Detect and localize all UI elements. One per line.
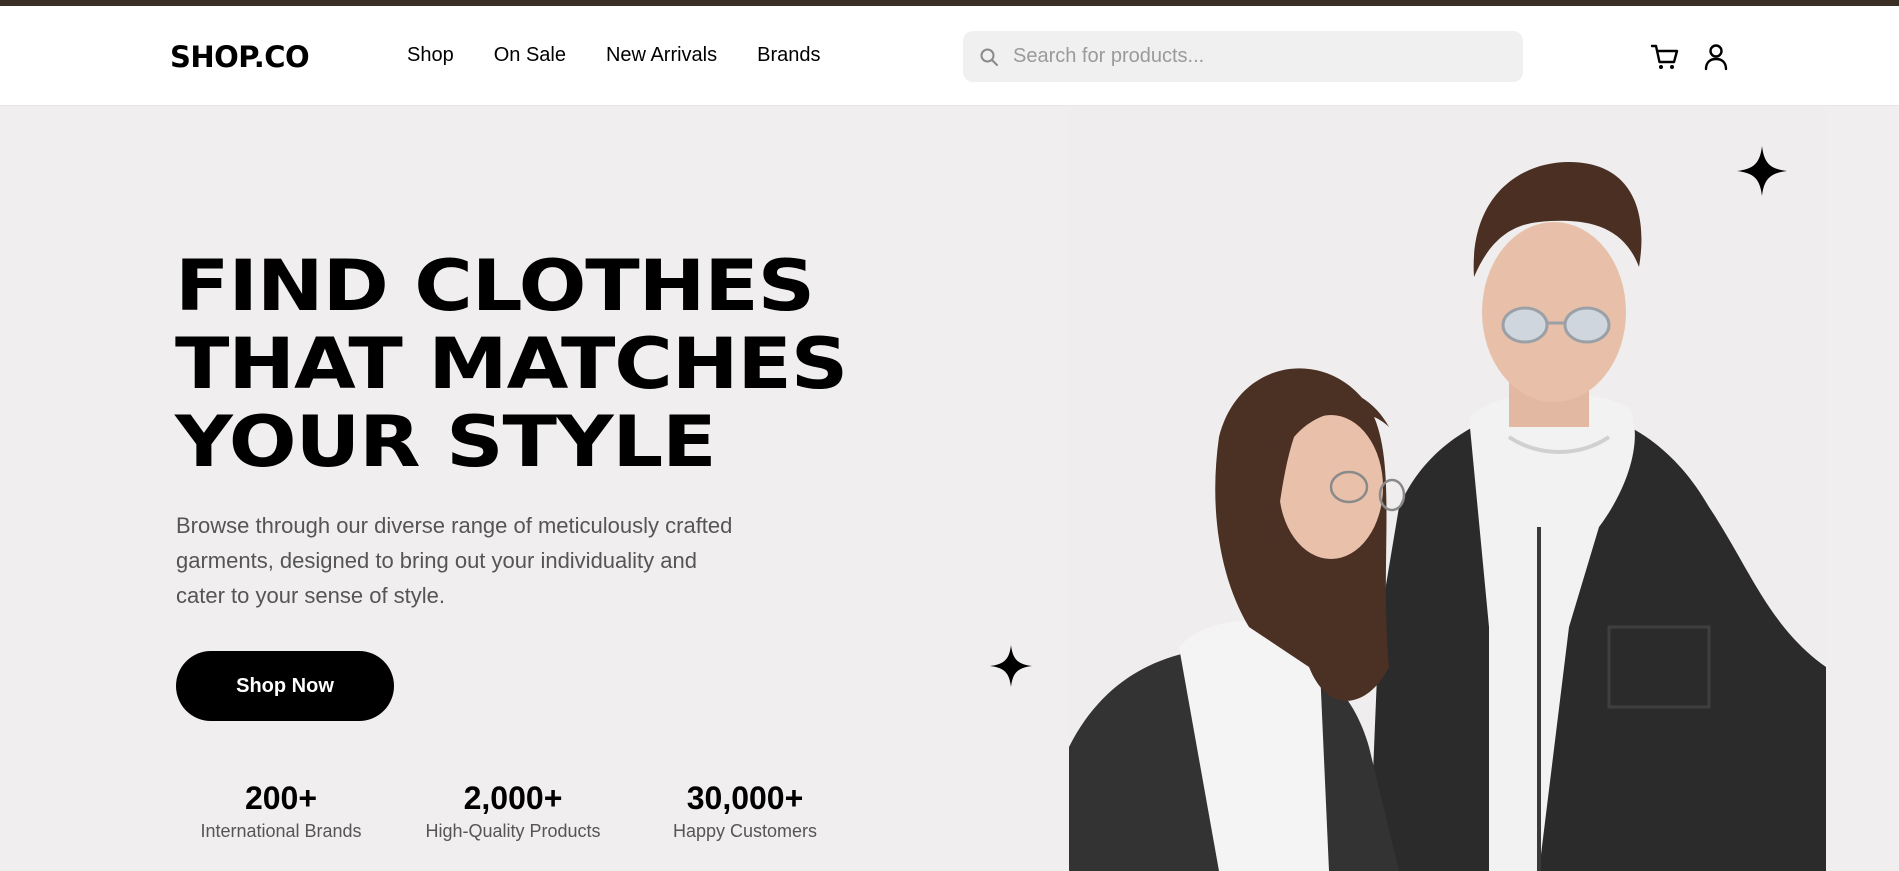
nav-item-on-sale[interactable]: On Sale <box>494 44 566 67</box>
user-icon[interactable] <box>1701 42 1731 72</box>
stat-happy-customers: 30,000+ Happy Customers <box>670 780 820 842</box>
hero-description: Browse through our diverse range of meti… <box>176 513 733 608</box>
stat-value: 30,000+ <box>686 780 804 816</box>
stat-label: International Brands <box>200 821 362 841</box>
search-icon <box>980 48 998 66</box>
stat-value: 200+ <box>244 780 318 816</box>
stat-high-quality-products: 2,000+ High-Quality Products <box>418 780 608 842</box>
stat-label: High-Quality Products <box>425 821 601 841</box>
hero-title-line: THAT MATCHES <box>175 323 848 405</box>
hero-title: FIND CLOTHES THAT MATCHES YOUR STYLE <box>175 245 848 483</box>
stat-international-brands: 200+ International Brands <box>198 780 364 842</box>
stat-label: Happy Customers <box>672 821 818 841</box>
nav-item-new-arrivals[interactable]: New Arrivals <box>606 44 717 67</box>
hero-title-line: FIND CLOTHES <box>175 245 815 327</box>
search-bar[interactable] <box>963 31 1523 82</box>
hero-title-line: YOUR STYLE <box>175 401 717 483</box>
main-nav: Shop On Sale New Arrivals Brands <box>407 44 821 67</box>
sparkle-icon <box>1737 146 1787 196</box>
nav-item-shop[interactable]: Shop <box>407 44 454 67</box>
stat-value: 2,000+ <box>463 780 563 816</box>
search-input[interactable] <box>1013 45 1493 68</box>
cart-icon[interactable] <box>1650 42 1680 72</box>
site-header: SHOP.CO Shop On Sale New Arrivals Brands <box>0 6 1899 106</box>
shop-now-button[interactable]: Shop Now <box>176 651 394 721</box>
hero-photo <box>1069 107 1826 871</box>
nav-item-brands[interactable]: Brands <box>757 44 820 67</box>
site-logo[interactable]: SHOP.CO <box>170 40 310 74</box>
sparkle-icon <box>990 645 1032 687</box>
